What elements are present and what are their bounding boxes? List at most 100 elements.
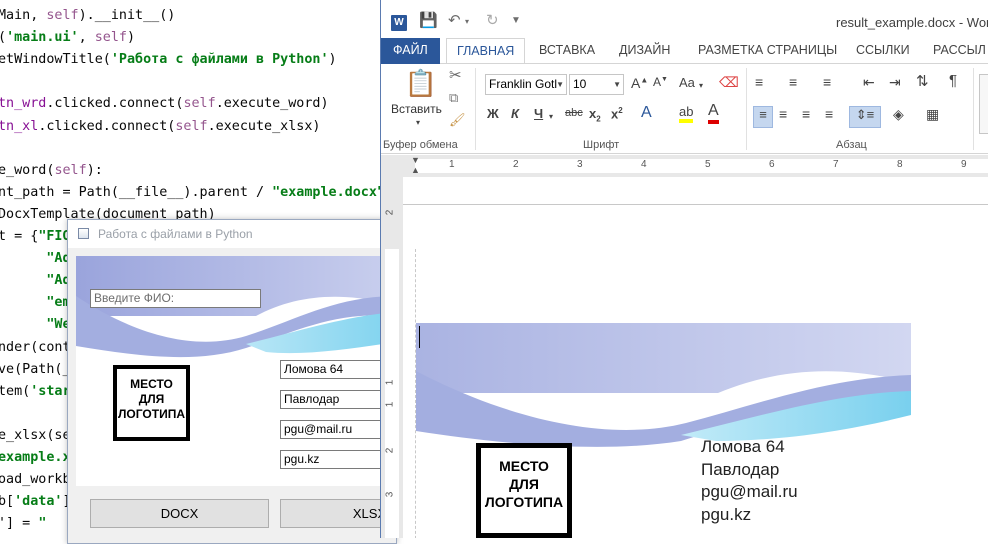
indent-marker-icon[interactable]: ▼ xyxy=(411,155,420,165)
word-logo-icon: W xyxy=(391,15,407,31)
styles-gallery[interactable] xyxy=(979,74,988,134)
customize-qat-icon[interactable]: ▼ xyxy=(511,15,521,26)
ruler-number: 7 xyxy=(833,159,839,170)
cut-icon[interactable]: ✂ xyxy=(449,66,462,84)
tab-file[interactable]: ФАЙЛ xyxy=(381,38,440,64)
multilevel-list-icon[interactable]: ≡ xyxy=(823,74,831,90)
code-token: 'star xyxy=(30,384,70,399)
group-font-label: Шрифт xyxy=(583,139,619,151)
code-token: ) xyxy=(329,52,337,67)
increase-indent-icon[interactable]: ⇥ xyxy=(889,74,901,91)
email-field[interactable]: pgu@mail.ru xyxy=(280,420,396,439)
qt-titlebar[interactable]: Работа с файлами в Python xyxy=(68,220,396,248)
tab-layout[interactable]: РАЗМЕТКА СТРАНИЦЫ xyxy=(688,38,847,64)
save-icon[interactable]: 💾 xyxy=(419,11,438,29)
code-token: nt_path = Path(__file__).parent / xyxy=(0,185,272,200)
code-token: " xyxy=(38,516,46,531)
code-line: etWindowTitle('Работа с файлами в Python… xyxy=(0,49,337,71)
align-center-icon[interactable]: ≡ xyxy=(779,106,787,122)
grow-font-icon[interactable]: A▲ xyxy=(631,75,648,91)
code-token: tn_wrd xyxy=(0,96,46,111)
font-size-combo[interactable]: 10 ▼ xyxy=(569,74,624,95)
tab-insert[interactable]: ВСТАВКА xyxy=(529,38,605,64)
sort-icon[interactable]: ⇅ xyxy=(916,72,929,90)
code-token: 'main.ui' xyxy=(6,30,79,45)
change-case-button[interactable]: Aa xyxy=(679,75,695,90)
align-right-icon[interactable]: ≡ xyxy=(802,106,810,122)
fio-input[interactable]: Введите ФИО: xyxy=(90,289,261,308)
subscript-icon[interactable]: x2 xyxy=(589,106,601,124)
align-left-icon[interactable]: ≡ xyxy=(753,106,773,128)
font-color-icon[interactable]: A xyxy=(708,102,719,124)
code-line: e_xlsx(se xyxy=(0,425,71,447)
shrink-font-icon[interactable]: A▼ xyxy=(653,75,668,89)
code-token: self xyxy=(175,119,207,134)
redo-icon[interactable]: ↻ xyxy=(486,11,499,29)
ruler-number: 3 xyxy=(577,159,583,170)
code-token xyxy=(0,295,46,310)
website-text: pgu.kz xyxy=(701,505,751,525)
bold-button[interactable]: Ж xyxy=(487,106,499,121)
tab-design[interactable]: ДИЗАЙН xyxy=(609,38,680,64)
code-token: self xyxy=(95,30,127,45)
show-marks-icon[interactable]: ¶ xyxy=(949,72,957,89)
vruler-number: 1 xyxy=(384,380,395,386)
code-line: e_word(self): xyxy=(0,160,103,182)
tab-home[interactable]: ГЛАВНАЯ xyxy=(446,38,525,65)
code-token: tn_xl xyxy=(0,119,38,134)
code-line: tem('star xyxy=(0,381,71,403)
code-token: t = { xyxy=(0,229,38,244)
tab-references[interactable]: ССЫЛКИ xyxy=(846,38,920,64)
horizontal-ruler[interactable]: ▼ ▲ 12345678910 xyxy=(381,155,988,177)
underline-button[interactable]: Ч xyxy=(534,106,543,121)
city-field[interactable]: Павлодар xyxy=(280,390,396,409)
logo-line-3: ЛОГОТИПА xyxy=(117,407,186,421)
website-field[interactable]: pgu.kz xyxy=(280,450,396,469)
code-line: nder(cont xyxy=(0,337,71,359)
strikethrough-button[interactable]: abc xyxy=(565,107,583,119)
code-token: oad_workb xyxy=(0,472,71,487)
underline-dropdown-icon[interactable]: ▾ xyxy=(549,112,553,121)
code-line: ('main.ui', self) xyxy=(0,27,135,49)
line-spacing-icon[interactable]: ⇕≡ xyxy=(849,106,881,128)
code-token: self xyxy=(183,96,215,111)
highlight-icon[interactable]: ab xyxy=(679,104,693,123)
font-name-combo[interactable]: Franklin Gotl ▼ xyxy=(485,74,567,95)
address-field[interactable]: Ломова 64 xyxy=(280,360,396,379)
group-separator xyxy=(973,68,974,150)
justify-icon[interactable]: ≡ xyxy=(825,106,833,122)
change-case-dropdown-icon[interactable]: ▾ xyxy=(699,81,703,90)
window-icon xyxy=(78,228,89,239)
code-line: oad_workb xyxy=(0,469,71,491)
ruler-number: 9 xyxy=(961,159,967,170)
logo-line-3: ЛОГОТИПА xyxy=(481,494,567,510)
code-token: ).__init__() xyxy=(79,8,176,23)
font-size-value: 10 xyxy=(573,77,586,91)
document-page[interactable]: МЕСТО ДЛЯ ЛОГОТИПА Ломова 64 Павлодар pg… xyxy=(403,177,988,538)
numbering-icon[interactable]: ≡ xyxy=(789,74,797,90)
undo-icon[interactable]: ↶ xyxy=(448,11,461,29)
code-token: ): xyxy=(87,163,103,178)
format-painter-icon[interactable]: 🖌 xyxy=(449,112,466,128)
qt-form-panel: Введите ФИО: МЕСТО ДЛЯ ЛОГОТИПА Ломова 6… xyxy=(76,256,396,486)
bullets-icon[interactable]: ≡ xyxy=(755,74,763,90)
code-token: nder(cont xyxy=(0,340,71,355)
word-titlebar[interactable]: W 💾 ↶ ▾ ↻ ▼ result_example.docx - Word xyxy=(381,0,988,38)
clear-formatting-icon[interactable]: ⌫ xyxy=(719,74,739,91)
undo-dropdown-icon[interactable]: ▾ xyxy=(465,17,469,26)
tab-mailings[interactable]: РАССЫЛ xyxy=(923,38,988,64)
paste-icon[interactable]: 📋 xyxy=(403,68,439,102)
shading-icon[interactable]: ◈ xyxy=(893,106,904,123)
text-effects-icon[interactable]: A xyxy=(641,104,652,122)
header-wave-graphic xyxy=(76,256,396,366)
borders-icon[interactable]: ▦ xyxy=(926,106,939,123)
vertical-ruler[interactable]: 211234 xyxy=(381,177,403,538)
superscript-icon[interactable]: x2 xyxy=(611,106,623,121)
italic-button[interactable]: К xyxy=(511,106,519,121)
paste-button[interactable]: Вставить xyxy=(391,102,442,116)
docx-button[interactable]: DOCX xyxy=(90,499,269,528)
paste-dropdown-icon[interactable]: ▾ xyxy=(416,118,420,127)
copy-icon[interactable]: ⧉ xyxy=(449,90,458,106)
decrease-indent-icon[interactable]: ⇤ xyxy=(863,74,875,91)
hanging-indent-marker-icon[interactable]: ▲ xyxy=(411,165,420,175)
